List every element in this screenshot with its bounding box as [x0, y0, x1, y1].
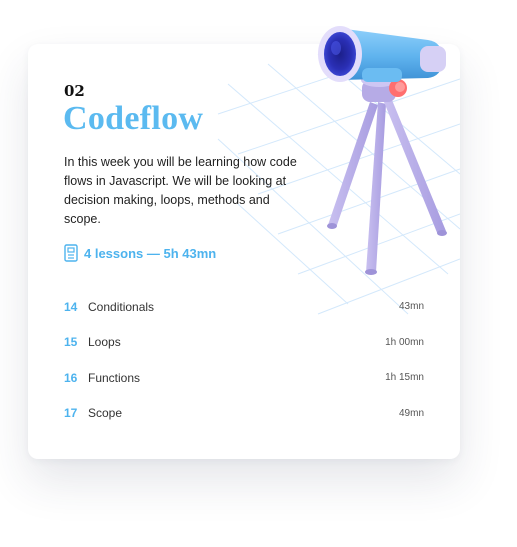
lesson-row[interactable]: 16 Functions 1h 15mn	[64, 360, 424, 396]
telescope-illustration	[318, 26, 447, 275]
lesson-number: 16	[64, 370, 78, 385]
course-title: Codeflow	[63, 100, 204, 137]
lesson-list: 14 Conditionals 43mn 15 Loops 1h 00mn 16…	[64, 289, 424, 431]
week-number: 02	[64, 82, 85, 100]
lesson-number: 15	[64, 335, 78, 350]
lessons-summary-text: 4 lessons — 5h 43mn	[84, 245, 217, 261]
lesson-duration: 1h 15mn	[385, 372, 424, 384]
lesson-name: Conditionals	[88, 299, 155, 314]
lesson-number: 17	[64, 406, 78, 421]
lesson-row[interactable]: 14 Conditionals 43mn	[64, 289, 424, 325]
lesson-duration: 43mn	[398, 301, 424, 313]
lessons-summary: 4 lessons — 5h 43mn	[64, 244, 216, 262]
lesson-name: Scope	[88, 406, 123, 421]
lesson-name: Functions	[88, 370, 141, 385]
stage: 02 Codeflow In this week you will be lea…	[0, 0, 517, 547]
lesson-duration: 1h 00mn	[385, 336, 424, 348]
lesson-row[interactable]: 15 Loops 1h 00mn	[64, 325, 424, 361]
lesson-duration: 49mn	[398, 407, 424, 419]
lesson-name: Loops	[88, 335, 121, 350]
document-icon	[64, 244, 78, 262]
lesson-row[interactable]: 17 Scope 49mn	[64, 396, 424, 432]
lesson-number: 14	[64, 299, 78, 314]
course-description: In this week you will be learning how co…	[64, 155, 297, 226]
